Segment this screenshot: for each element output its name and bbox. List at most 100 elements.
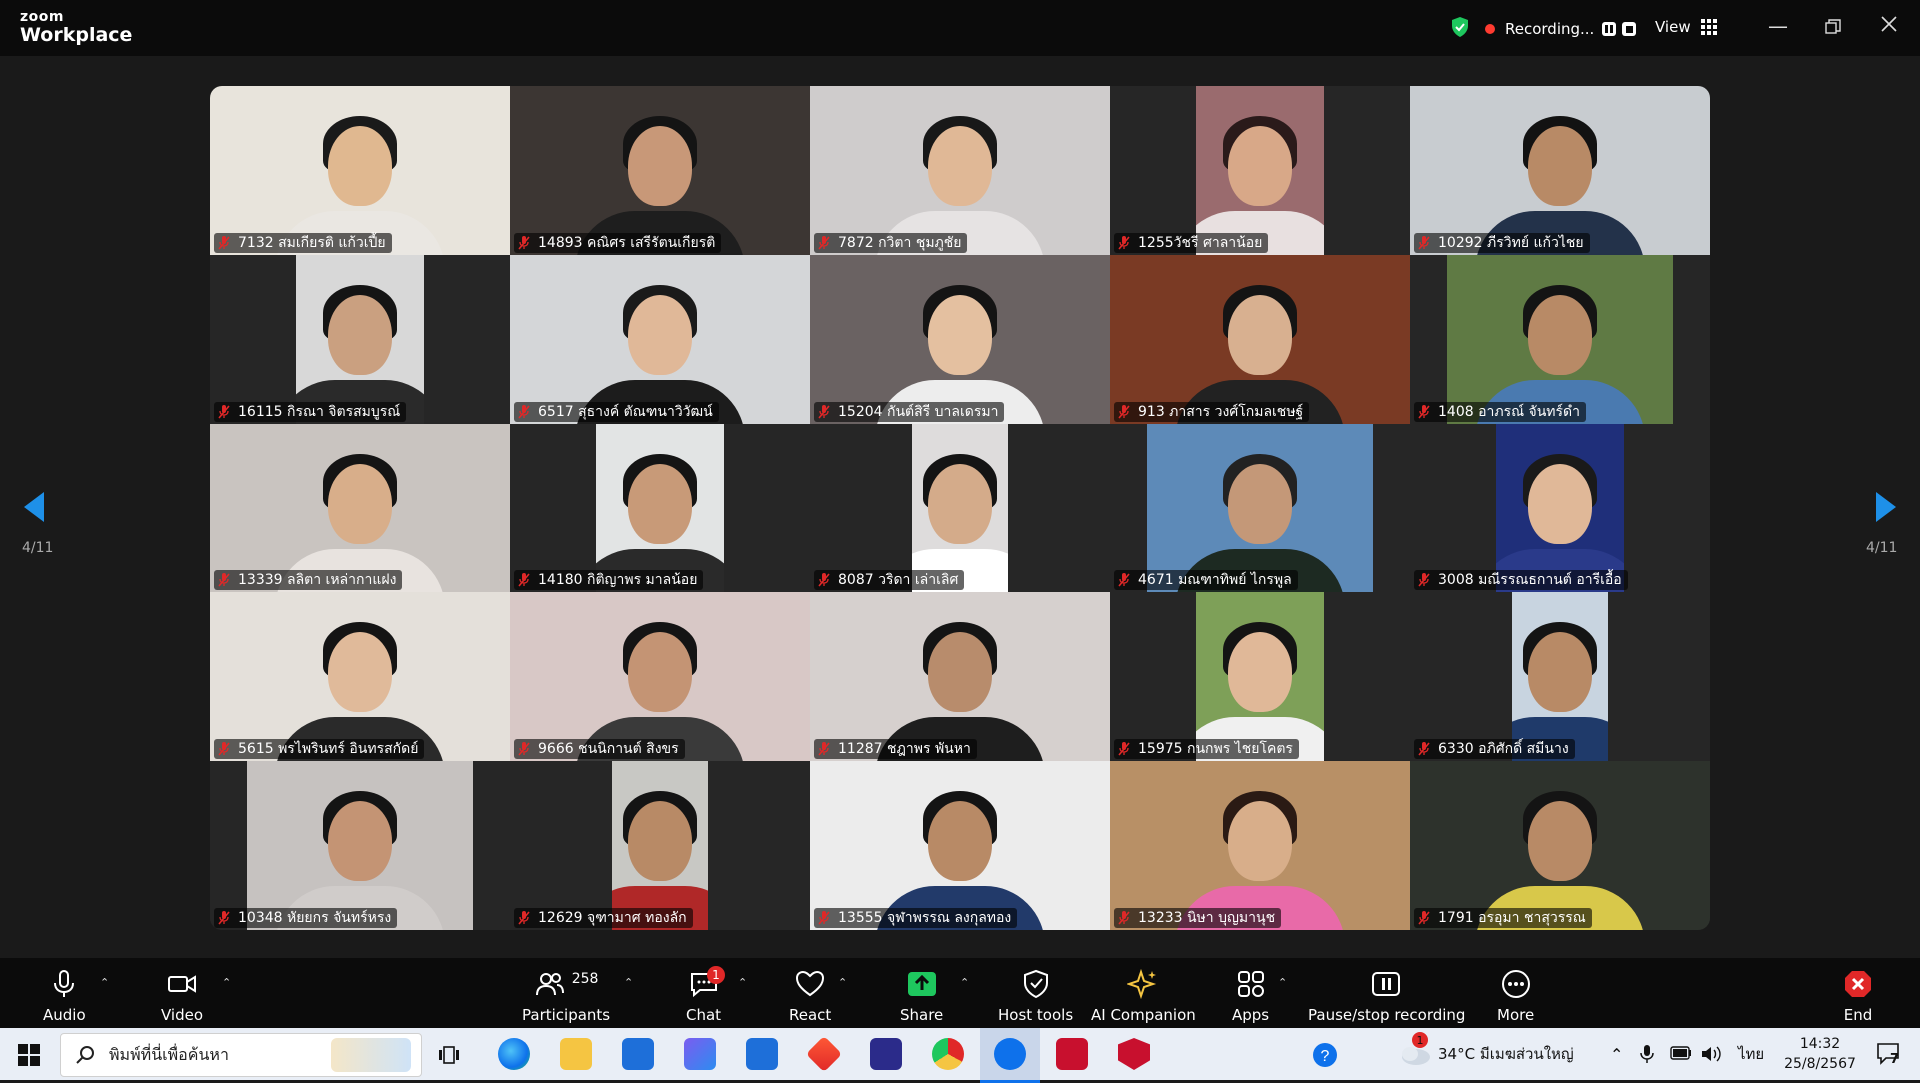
participant-tile[interactable]: 1408 อาภรณ์ จันทร์ดำ — [1410, 254, 1710, 424]
stop-recording-icon[interactable] — [1622, 22, 1637, 36]
chat-label: Chat — [686, 1006, 722, 1024]
muted-mic-icon — [518, 910, 530, 925]
pause-stop-recording-button[interactable]: Pause/stop recording — [1308, 968, 1465, 1024]
react-button[interactable]: React — [789, 968, 831, 1024]
share-options-caret-icon[interactable]: ⌃ — [960, 976, 969, 989]
pause-recording-icon[interactable] — [1602, 22, 1617, 36]
participant-tile[interactable]: 3008 มณีรรณธกานต์ อารีเอื้อ — [1410, 423, 1710, 593]
recording-label: Recording... — [1505, 20, 1595, 38]
participant-tile[interactable]: 15975 กนกพร ไชยโคตร — [1110, 592, 1410, 762]
copilot-icon[interactable] — [684, 1038, 716, 1070]
taskbar-search-box[interactable]: พิมพ์ที่นี่เพื่อค้นหา — [60, 1033, 422, 1077]
participant-tile[interactable]: 14180 กิติญาพร มาลน้อย — [510, 423, 810, 593]
apps-button[interactable]: Apps — [1232, 968, 1269, 1024]
weather-text[interactable]: 34°C มีเมฆส่วนใหญ่ — [1438, 1028, 1574, 1080]
participant-tile[interactable]: 1255วัชรี ศาลาน้อย — [1110, 86, 1410, 255]
participant-tile[interactable]: 14893 คณิศร เสรีรัตนเกียรติ — [510, 86, 810, 255]
host-tools-button[interactable]: Host tools — [998, 968, 1073, 1024]
participant-tile[interactable]: 12629 จุฑามาศ ทองลัก — [510, 761, 810, 930]
participant-tile[interactable]: 6517 สุธางค์ ตัณฑนาวิวัฒน์ — [510, 254, 810, 424]
end-meeting-button[interactable]: End — [1842, 968, 1874, 1024]
audio-options-caret-icon[interactable]: ⌃ — [100, 976, 109, 989]
participant-name-label: 11287 ชฎาพร พันหา — [814, 739, 977, 760]
share-button[interactable]: Share — [900, 968, 943, 1024]
dropbox-icon[interactable] — [746, 1038, 778, 1070]
muted-mic-icon — [218, 235, 230, 250]
close-icon[interactable] — [1880, 14, 1898, 38]
apps-options-caret-icon[interactable]: ⌃ — [1278, 976, 1287, 989]
file-explorer-icon[interactable] — [560, 1038, 592, 1070]
participant-name: 10292 ภีรวิทย์ แก้วไชย — [1438, 234, 1584, 251]
participant-tile[interactable]: 13339 ลลิตา เหล่ากาแฝง — [210, 423, 510, 593]
participant-face — [928, 463, 992, 544]
video-button[interactable]: Video — [161, 968, 203, 1024]
muted-mic-icon — [1118, 910, 1130, 925]
sparkle-icon — [1127, 968, 1157, 1000]
mcafee-icon[interactable] — [1118, 1038, 1150, 1070]
participant-tile[interactable]: 913 ภาสาร วงศ์โกมลเชษฐ์ — [1110, 254, 1410, 424]
participant-tile[interactable]: 1791 อรอุมา ชาสุวรรณ — [1410, 761, 1710, 930]
encryption-shield-icon[interactable] — [1450, 16, 1470, 38]
zoom-taskbar-active[interactable] — [980, 1028, 1040, 1083]
chrome-icon[interactable] — [932, 1038, 964, 1070]
view-button[interactable]: View — [1655, 18, 1717, 36]
audio-button[interactable]: Audio — [43, 968, 86, 1024]
muted-mic-icon — [518, 573, 530, 587]
participants-options-caret-icon[interactable]: ⌃ — [624, 976, 633, 989]
restore-icon[interactable] — [1825, 16, 1841, 40]
clock[interactable]: 14:32 25/8/2567 — [1780, 1034, 1860, 1074]
participant-tile[interactable]: 10292 ภีรวิทย์ แก้วไชย — [1410, 86, 1710, 255]
participant-video — [210, 86, 510, 255]
chat-options-caret-icon[interactable]: ⌃ — [738, 976, 747, 989]
tray-overflow-chevron-icon[interactable]: ⌃ — [1610, 1028, 1623, 1080]
recording-indicator: Recording... — [1485, 19, 1637, 39]
participant-tile[interactable]: 7872 กวิตา ชุมภูชัย — [810, 86, 1110, 255]
edge-browser-icon[interactable] — [498, 1038, 530, 1070]
participant-tile[interactable]: 13233 นิษา บุญมานุช — [1110, 761, 1410, 930]
participant-name-label: 9666 ชนนิกานต์ สิงขร — [514, 739, 685, 760]
search-icon — [76, 1046, 94, 1064]
webex-icon[interactable] — [870, 1038, 902, 1070]
participant-name: 6517 สุธางค์ ตัณฑนาวิวัฒน์ — [538, 403, 713, 420]
volume-icon[interactable] — [1700, 1044, 1722, 1064]
participant-tile[interactable]: 11287 ชฎาพร พันหา — [810, 592, 1110, 762]
participant-face — [1228, 126, 1292, 206]
participant-name-label: 13339 ลลิตา เหล่ากาแฝง — [214, 570, 403, 591]
participant-tile[interactable]: 15204 กันต์สิรี บาลเดรมา — [810, 254, 1110, 424]
anydesk-icon[interactable] — [805, 1035, 843, 1073]
participants-button[interactable]: 258 Participants — [522, 968, 610, 1024]
participants-icon — [535, 973, 564, 996]
tray-microphone-icon[interactable] — [1640, 1044, 1654, 1064]
participant-name: 13233 นิษา บุญมานุช — [1138, 909, 1276, 926]
minimize-icon[interactable]: — — [1768, 14, 1788, 38]
participant-tile[interactable]: 13555 จุฬาพรรณ ลงกุลทอง — [810, 761, 1110, 930]
participant-tile[interactable]: 5615 พรไพรินทร์ อินทรสกัดย์ — [210, 592, 510, 762]
participant-tile[interactable]: 8087 วริดา เล่าเลิศ — [810, 423, 1110, 593]
task-view-icon[interactable] — [438, 1044, 460, 1066]
mail-icon[interactable] — [622, 1038, 654, 1070]
react-options-caret-icon[interactable]: ⌃ — [838, 976, 847, 989]
ai-companion-button[interactable]: AI Companion — [1091, 968, 1196, 1024]
page-indicator-right: 4/11 — [1866, 540, 1898, 556]
acrobat-icon[interactable] — [1056, 1038, 1088, 1070]
battery-icon[interactable] — [1670, 1046, 1692, 1060]
participant-tile[interactable]: 9666 ชนนิกานต์ สิงขร — [510, 592, 810, 762]
help-icon[interactable]: ? — [1312, 1042, 1338, 1068]
windows-start-icon[interactable] — [18, 1044, 40, 1066]
input-language[interactable]: ไทย — [1738, 1028, 1764, 1080]
participant-tile[interactable]: 10348 หัยยกร จันทร์หรง — [210, 761, 510, 930]
muted-mic-icon — [1118, 573, 1130, 587]
video-options-caret-icon[interactable]: ⌃ — [222, 976, 231, 989]
participant-tile[interactable]: 6330 อภิศักดิ์ สมีนาง — [1410, 592, 1710, 762]
participant-name-label: 12629 จุฑามาศ ทองลัก — [514, 907, 693, 928]
participant-tile[interactable]: 16115 กิรณา จิตรสมบูรณ์ — [210, 254, 510, 424]
participant-tile[interactable]: 4671 มณฑาทิพย์ ไกรพูล — [1110, 423, 1410, 593]
participant-tile[interactable]: 7132 สมเกียรติ แก้วเปี้ย — [210, 86, 510, 255]
more-button[interactable]: More — [1497, 968, 1534, 1024]
clock-date: 25/8/2567 — [1784, 1056, 1856, 1072]
previous-page-arrow-icon[interactable] — [22, 490, 46, 524]
end-x-icon — [1845, 971, 1871, 997]
next-page-arrow-icon[interactable] — [1874, 490, 1898, 524]
participant-name: 1408 อาภรณ์ จันทร์ดำ — [1438, 403, 1581, 420]
muted-mic-icon — [518, 404, 530, 419]
